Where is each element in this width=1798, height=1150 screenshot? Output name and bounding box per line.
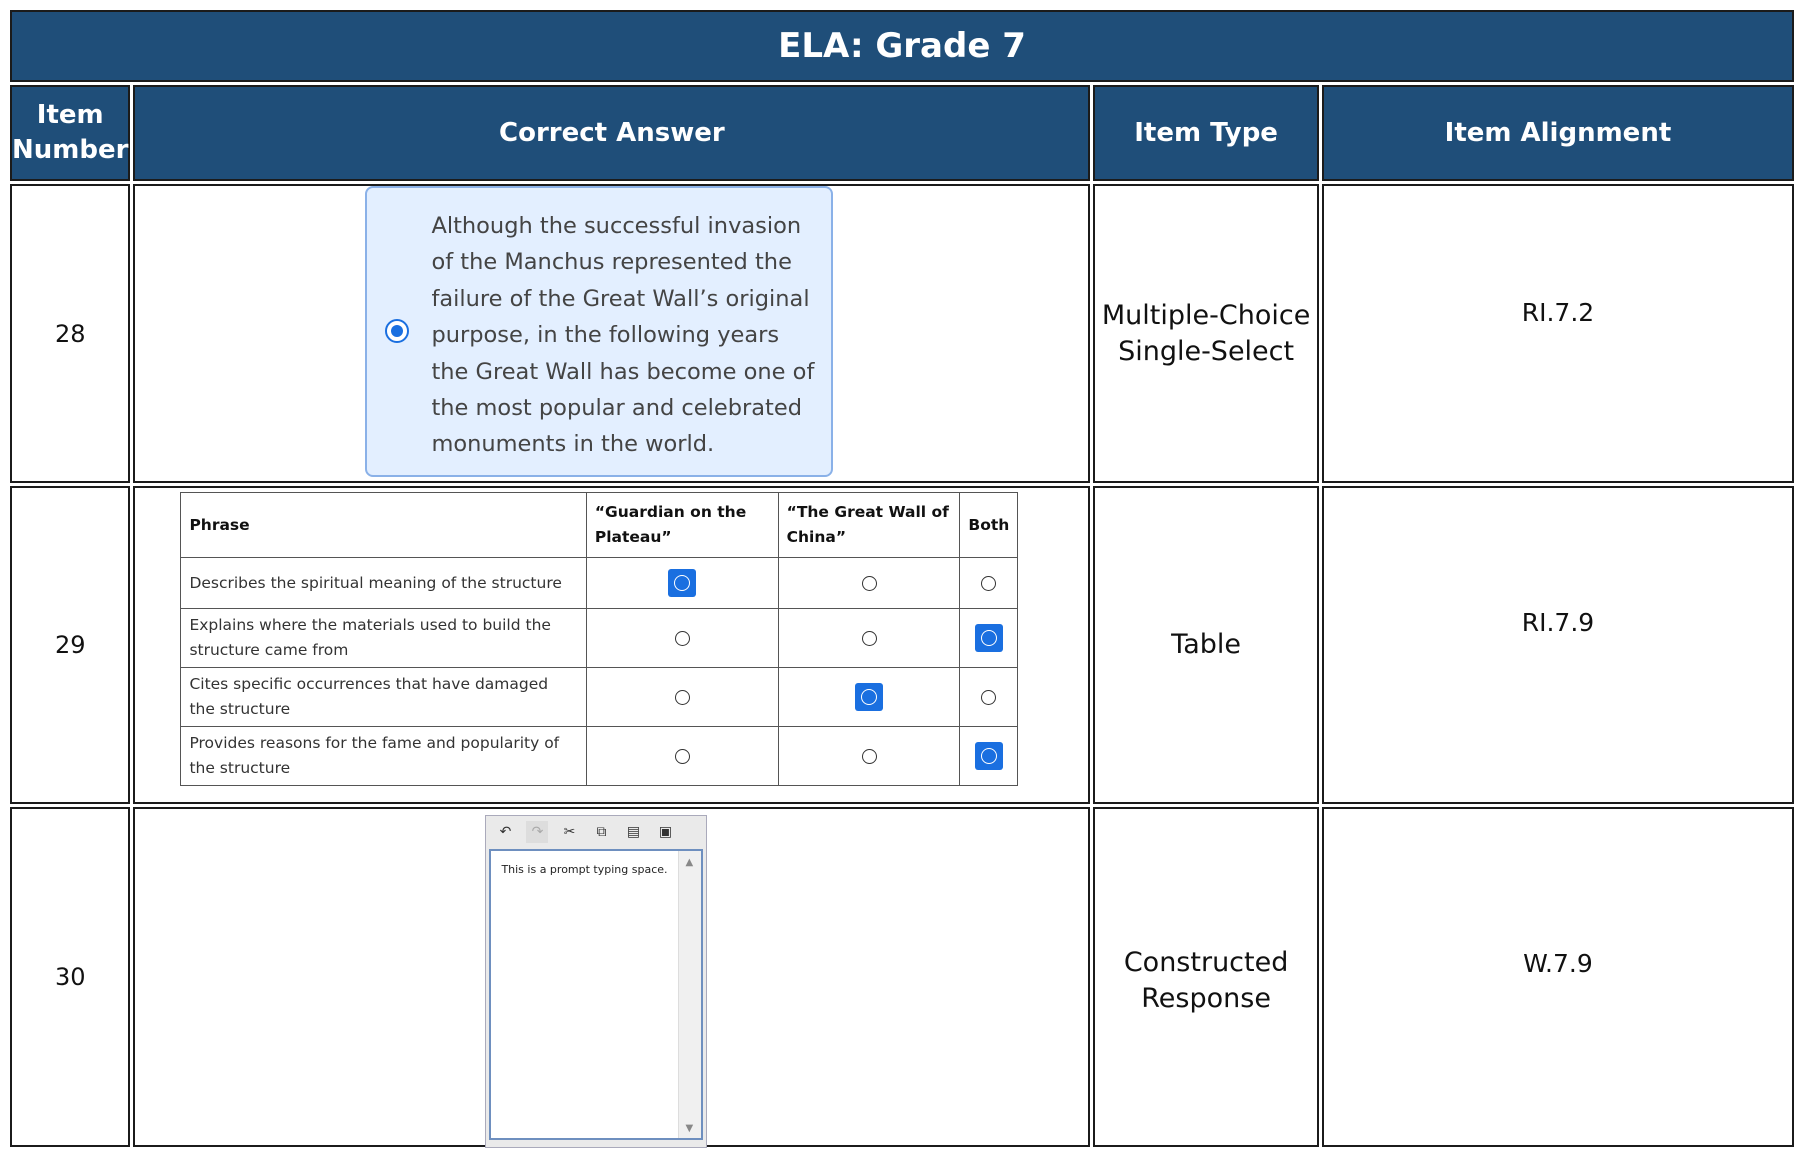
header-item-type: Item Type (1093, 85, 1319, 181)
selected-radio-icon[interactable] (668, 569, 697, 597)
item-type: Constructed Response (1093, 807, 1319, 1147)
response-textarea[interactable]: This is a prompt typing space. ▲ ▼ (489, 849, 704, 1140)
redo-icon[interactable]: ↷ (526, 820, 549, 843)
header-item-number-line1: Item (36, 100, 104, 130)
matching-header-guardian: “Guardian on the Plateau” (585, 492, 779, 558)
matching-row: Provides reasons for the fame and popula… (180, 726, 1019, 786)
radio-icon[interactable] (981, 575, 997, 591)
correct-answer-cell: Phrase “Guardian on the Plateau” “The Gr… (133, 486, 1091, 804)
spellcheck-icon[interactable]: ▣ (654, 821, 676, 843)
item-type: Table (1093, 486, 1319, 804)
matching-header-both: Both (959, 492, 1019, 558)
item-type-line2: Response (1141, 983, 1271, 1014)
table-title: ELA: Grade 7 (10, 10, 1794, 82)
header-item-number: Item Number (10, 85, 131, 181)
item-alignment: RI.7.2 (1321, 184, 1794, 483)
item-alignment: RI.7.9 (1321, 486, 1794, 804)
item-type-line1: Constructed (1123, 947, 1289, 978)
answer-option-text: Although the successful invasion of the … (431, 213, 815, 458)
radio-icon[interactable] (674, 748, 690, 764)
response-text: This is a prompt typing space. (501, 863, 668, 876)
item-type: Multiple-Choice Single-Select (1093, 184, 1319, 483)
matching-header-phrase: Phrase (180, 492, 587, 558)
table-row: 28 Although the successful invasion of t… (10, 184, 1794, 483)
matching-header-great-wall: “The Great Wall of China” (777, 492, 961, 558)
scrollbar[interactable]: ▲ ▼ (678, 851, 702, 1138)
matching-row: Describes the spiritual meaning of the s… (180, 557, 1019, 609)
matching-table: Phrase “Guardian on the Plateau” “The Gr… (180, 492, 1019, 786)
matching-row: Cites specific occurrences that have dam… (180, 667, 1019, 727)
radio-icon[interactable] (674, 689, 690, 705)
paste-icon[interactable]: ▤ (622, 821, 644, 843)
text-editor: ↶ ↷ ✂ ⧉ ▤ ▣ This is a prompt typing spac… (485, 815, 708, 1148)
table-row: 29 Phrase “Guardian on the Plateau” “The… (10, 486, 1794, 804)
item-type-line2: Single-Select (1118, 335, 1295, 367)
cut-icon[interactable]: ✂ (558, 821, 580, 843)
answer-key-page: ELA: Grade 7 Item Number Correct Answer I… (0, 0, 1798, 1150)
undo-icon[interactable]: ↶ (494, 821, 516, 843)
selected-radio-icon[interactable] (974, 624, 1003, 652)
item-alignment: W.7.9 (1321, 807, 1794, 1147)
matching-row: Explains where the materials used to bui… (180, 608, 1019, 668)
matching-phrase: Provides reasons for the fame and popula… (180, 726, 587, 786)
copy-icon[interactable]: ⧉ (590, 821, 612, 843)
editor-toolbar: ↶ ↷ ✂ ⧉ ▤ ▣ (486, 816, 706, 847)
correct-answer-cell: Although the successful invasion of the … (133, 184, 1091, 483)
radio-icon[interactable] (861, 630, 877, 646)
item-number: 30 (10, 807, 131, 1147)
matching-phrase: Explains where the materials used to bui… (180, 608, 587, 668)
selected-radio-icon[interactable] (855, 683, 884, 711)
answer-option[interactable]: Although the successful invasion of the … (365, 186, 834, 477)
table-row: 30 ↶ ↷ ✂ ⧉ ▤ ▣ This is a prompt typing s… (10, 807, 1794, 1148)
radio-icon[interactable] (861, 748, 877, 764)
selected-radio-icon[interactable] (385, 319, 410, 343)
scroll-down-icon[interactable]: ▼ (685, 1123, 693, 1134)
item-number: 29 (10, 486, 131, 804)
header-item-alignment: Item Alignment (1321, 85, 1794, 181)
answer-key-table: ELA: Grade 7 Item Number Correct Answer I… (7, 7, 1797, 1150)
radio-icon[interactable] (981, 689, 997, 705)
item-number: 28 (10, 184, 131, 483)
scroll-up-icon[interactable]: ▲ (685, 857, 693, 868)
radio-icon[interactable] (861, 575, 877, 591)
header-correct-answer: Correct Answer (133, 85, 1091, 181)
item-type-line1: Multiple-Choice (1101, 299, 1311, 331)
radio-icon[interactable] (674, 630, 690, 646)
matching-phrase: Cites specific occurrences that have dam… (180, 667, 587, 727)
header-item-number-line2: Number (12, 135, 129, 165)
correct-answer-cell: ↶ ↷ ✂ ⧉ ▤ ▣ This is a prompt typing spac… (133, 807, 1091, 1148)
matching-phrase: Describes the spiritual meaning of the s… (180, 557, 587, 609)
selected-radio-icon[interactable] (974, 742, 1003, 770)
